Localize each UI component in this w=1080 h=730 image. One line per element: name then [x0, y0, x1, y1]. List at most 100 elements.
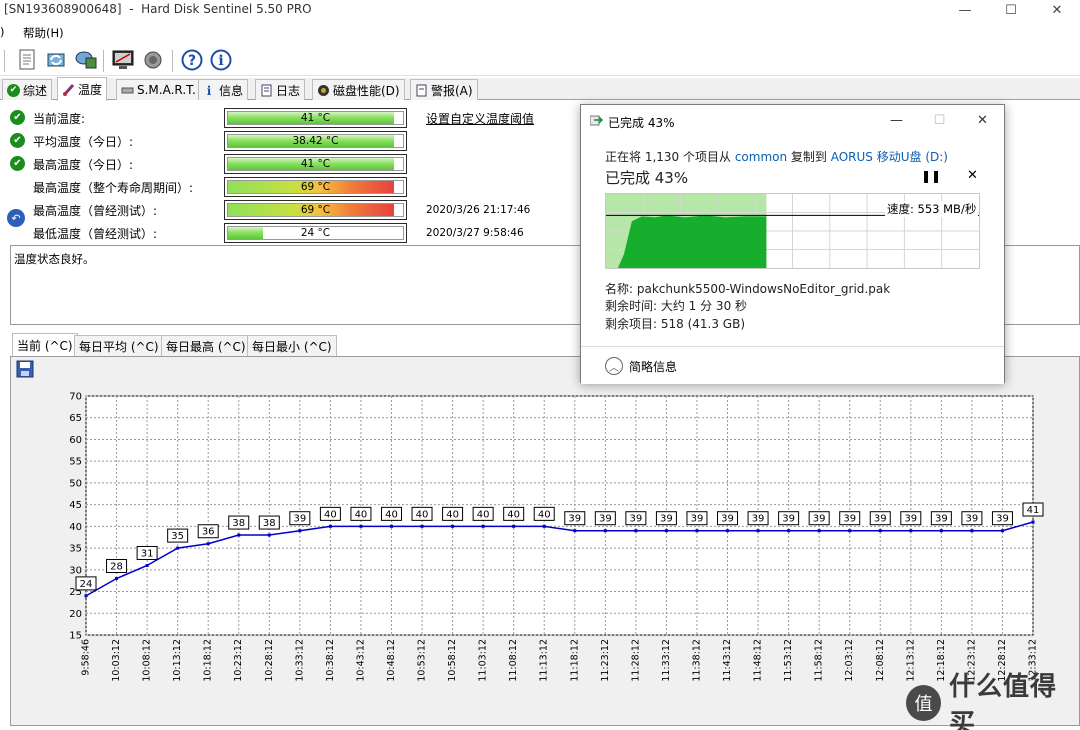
chart-tab-daily-max[interactable]: 每日最高 (^C): [161, 335, 251, 356]
less-info-button[interactable]: 简略信息: [629, 358, 677, 375]
data-point: [603, 529, 607, 533]
data-label: 40: [477, 509, 490, 520]
temp-label: 平均温度（今日）:: [33, 135, 134, 149]
data-point: [909, 529, 913, 533]
close-button[interactable]: ✕: [1034, 0, 1080, 20]
x-tick-label: 11:43:12: [722, 639, 733, 682]
tab-overview[interactable]: ✔ 综述: [2, 79, 53, 100]
data-point: [634, 529, 638, 533]
data-label: 39: [599, 514, 612, 525]
temperature-chart: 1520253035404550556065709:58:46 10:03:12 1…: [69, 392, 1044, 682]
svg-text:i: i: [218, 53, 223, 69]
pause-icon[interactable]: ❚❚: [921, 169, 941, 183]
data-label: 40: [416, 509, 429, 520]
y-tick-label: 65: [69, 413, 82, 424]
copy-dialog: 已完成 43% — ☐ ✕ 正在将 1,130 个项目从 common 复制到 …: [580, 104, 1005, 384]
data-label: 35: [171, 531, 184, 542]
x-tick-label: 10:08:12: [142, 639, 153, 682]
help-button[interactable]: ?: [179, 47, 205, 73]
svg-text:?: ?: [188, 53, 196, 69]
data-point: [298, 529, 302, 533]
temp-bar: 69 °C: [224, 177, 407, 197]
chart-tab-daily-average[interactable]: 每日平均 (^C): [74, 335, 164, 356]
data-label: 31: [141, 548, 154, 559]
data-label: 39: [874, 514, 887, 525]
temp-bar: 38.42 °C: [224, 131, 407, 151]
tab-log[interactable]: 日志: [255, 79, 306, 100]
data-label: 28: [110, 562, 123, 573]
tab-temperature[interactable]: 温度: [57, 77, 108, 101]
data-label: 24: [80, 579, 93, 590]
refresh-button[interactable]: [43, 47, 69, 73]
maximize-button[interactable]: ☐: [988, 0, 1034, 20]
minimize-button[interactable]: —: [942, 0, 988, 20]
dialog-close-button[interactable]: ✕: [961, 105, 1004, 135]
data-point: [664, 529, 668, 533]
disk-button[interactable]: [73, 47, 99, 73]
data-label: 38: [263, 518, 276, 529]
copy-desc-text: 复制到: [787, 150, 831, 164]
data-point: [542, 524, 546, 528]
tab-disk-performance[interactable]: 磁盘性能(D): [312, 79, 405, 100]
dialog-maximize-button: ☐: [933, 112, 946, 128]
data-point: [848, 529, 852, 533]
progress-heading: 已完成 43%: [605, 169, 689, 187]
data-label: 40: [324, 509, 337, 520]
tab-info[interactable]: i 信息: [198, 79, 249, 100]
report-icon: [19, 49, 35, 70]
x-tick-label: 10:23:12: [233, 639, 244, 682]
y-tick-label: 35: [69, 544, 82, 555]
temp-label: 当前温度:: [33, 112, 86, 126]
y-tick-label: 50: [69, 478, 82, 489]
monitor-button[interactable]: [110, 47, 136, 73]
tab-smart[interactable]: S.M.A.R.T.: [116, 79, 201, 100]
dialog-minimize-button[interactable]: —: [875, 105, 918, 135]
time-remaining: 剩余时间: 大约 1 分 30 秒: [605, 299, 748, 313]
temp-value: 69 °C: [300, 181, 331, 193]
x-tick-label: 11:18:12: [569, 639, 580, 682]
chevron-up-icon[interactable]: ︿: [605, 357, 623, 375]
data-point: [481, 524, 485, 528]
x-tick-label: 11:38:12: [691, 639, 702, 682]
thermometer-icon: [63, 84, 75, 96]
save-icon[interactable]: [16, 360, 34, 378]
data-point: [1031, 520, 1035, 524]
data-point: [512, 524, 516, 528]
chart-tab-current[interactable]: 当前 (^C): [12, 333, 78, 357]
x-tick-label: 10:58:12: [447, 639, 458, 682]
custom-threshold-link[interactable]: 设置自定义温度阈值: [426, 110, 534, 127]
tab-alerts[interactable]: 警报(A): [410, 79, 478, 100]
data-point: [1000, 529, 1004, 533]
y-tick-label: 70: [69, 392, 82, 403]
data-point: [359, 524, 363, 528]
menu-item-partial[interactable]: ): [0, 25, 5, 39]
temp-label: 最高温度（整个寿命周期间）:: [33, 181, 194, 195]
destination-drive-link[interactable]: AORUS 移动U盘 (D:): [831, 150, 948, 164]
menu-item-help[interactable]: 帮助(H): [23, 25, 64, 41]
chart-tab-daily-min[interactable]: 每日最小 (^C): [247, 335, 337, 356]
x-tick-label: 11:13:12: [539, 639, 550, 682]
data-label: 39: [843, 514, 856, 525]
toolbar-separator: [4, 50, 5, 72]
close-icon[interactable]: ✕: [967, 168, 978, 183]
data-point: [787, 529, 791, 533]
sound-button[interactable]: [140, 47, 166, 73]
info-button[interactable]: i: [208, 47, 234, 73]
tab-label: 综述: [23, 83, 48, 98]
temp-value: 38.42 °C: [292, 135, 339, 147]
x-tick-label: 11:33:12: [661, 639, 672, 682]
report-button[interactable]: [14, 47, 40, 73]
data-point: [970, 529, 974, 533]
x-tick-label: 12:03:12: [844, 639, 855, 682]
x-tick-label: 10:18:12: [203, 639, 214, 682]
data-point: [451, 524, 455, 528]
data-label: 40: [446, 509, 459, 520]
copy-desc-text: 正在将 1,130 个项目从: [605, 150, 735, 164]
temp-label: 最高温度（今日）:: [33, 158, 134, 172]
back-arrow-icon[interactable]: ↶: [7, 209, 25, 227]
check-icon: ✔: [7, 83, 20, 97]
source-folder-link[interactable]: common: [735, 150, 787, 164]
x-tick-label: 10:13:12: [172, 639, 183, 682]
data-label: 39: [935, 514, 948, 525]
y-tick-label: 20: [69, 609, 82, 620]
